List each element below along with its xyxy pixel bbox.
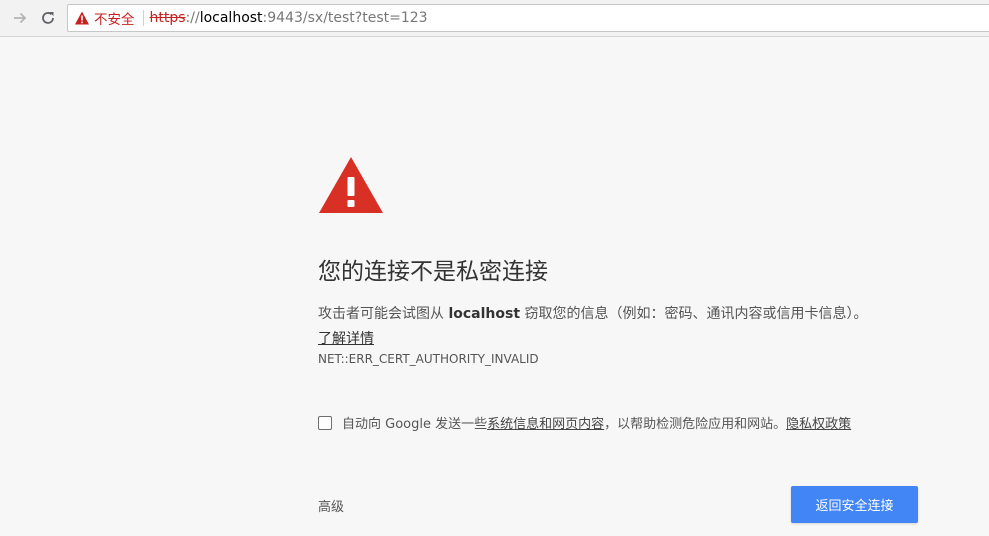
report-checkbox[interactable]: [318, 415, 332, 430]
error-code: NET::ERR_CERT_AUTHORITY_INVALID: [318, 352, 539, 366]
url-host: localhost: [199, 10, 263, 26]
arrow-forward-icon: [14, 12, 27, 24]
privacy-policy-link[interactable]: 隐私权政策: [786, 413, 851, 432]
warning-description: 攻击者可能会试图从 localhost 窃取您的信息（例如：密码、通讯内容或信用…: [318, 303, 867, 323]
system-info-link[interactable]: 系统信息和网页内容: [487, 413, 604, 432]
report-text-before: 自动向 Google 发送一些: [342, 417, 488, 432]
page-title: 您的连接不是私密连接: [318, 259, 548, 285]
description-host: localhost: [448, 306, 521, 322]
report-text-middle: ，以帮助检测危险应用和网站。: [604, 417, 787, 432]
browser-toolbar: 不安全 https://localhost:9443/sx/test?test=…: [0, 0, 989, 37]
url-scheme: https: [149, 10, 186, 26]
back-to-safety-button[interactable]: 返回安全连接: [791, 486, 918, 523]
url-path: :9443/sx/test?test=123: [262, 10, 428, 26]
reload-icon: [42, 12, 54, 24]
url-separator: ://: [185, 10, 200, 26]
report-option: 自动向 Google 发送一些 系统信息和网页内容 ，以帮助检测危险应用和网站。 隐私…: [318, 413, 851, 432]
warning-triangle-icon: [74, 10, 90, 26]
warning-triangle-icon: [319, 157, 383, 213]
security-chip-divider: [142, 10, 144, 26]
address-bar[interactable]: 不安全 https://localhost:9443/sx/test?test=…: [67, 4, 989, 32]
advanced-button[interactable]: 高级: [318, 496, 344, 515]
description-text-after: 窃取您的信息（例如：密码、通讯内容或信用卡信息）。: [520, 306, 868, 322]
description-text-before: 攻击者可能会试图从: [318, 306, 449, 322]
forward-button[interactable]: [9, 7, 31, 29]
security-status-label[interactable]: 不安全: [94, 8, 135, 28]
learn-more-link[interactable]: 了解详情: [318, 328, 374, 348]
reload-button[interactable]: [37, 7, 59, 29]
